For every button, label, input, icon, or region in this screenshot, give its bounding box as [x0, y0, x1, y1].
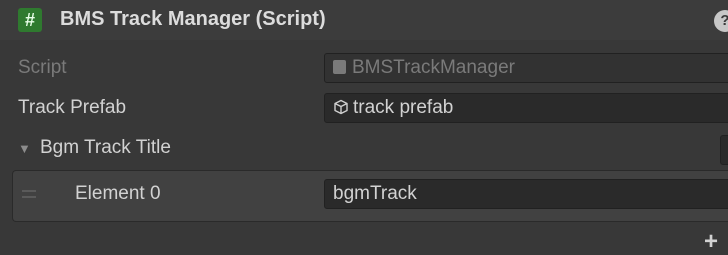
element-0-field[interactable]: bgmTrack: [324, 179, 728, 209]
script-field: BMSTrackManager: [324, 53, 728, 83]
track-prefab-field[interactable]: track prefab: [324, 93, 728, 123]
monoscript-icon: [333, 60, 346, 74]
element-0-value: bgmTrack: [333, 183, 417, 204]
script-hash-icon: #: [18, 8, 42, 32]
script-value: BMSTrackManager: [352, 57, 515, 78]
drag-handle-icon[interactable]: [22, 190, 36, 198]
help-icon[interactable]: ?: [714, 10, 728, 32]
track-prefab-value: track prefab: [353, 97, 454, 118]
component-title: BMS Track Manager (Script): [60, 8, 326, 30]
add-element-button[interactable]: +: [704, 230, 718, 254]
prefab-cube-icon: [334, 99, 348, 115]
foldout-arrow-icon[interactable]: ▼: [18, 141, 31, 156]
list-size-field[interactable]: [720, 135, 728, 165]
element-0-label: Element 0: [75, 183, 161, 204]
track-prefab-label: Track Prefab: [18, 97, 127, 118]
script-label: Script: [18, 57, 67, 78]
bgm-track-title-foldout[interactable]: ▼ Bgm Track Title: [0, 137, 728, 163]
component-header[interactable]: # BMS Track Manager (Script) ?: [0, 0, 728, 40]
bgm-track-title-label: Bgm Track Title: [40, 137, 171, 158]
